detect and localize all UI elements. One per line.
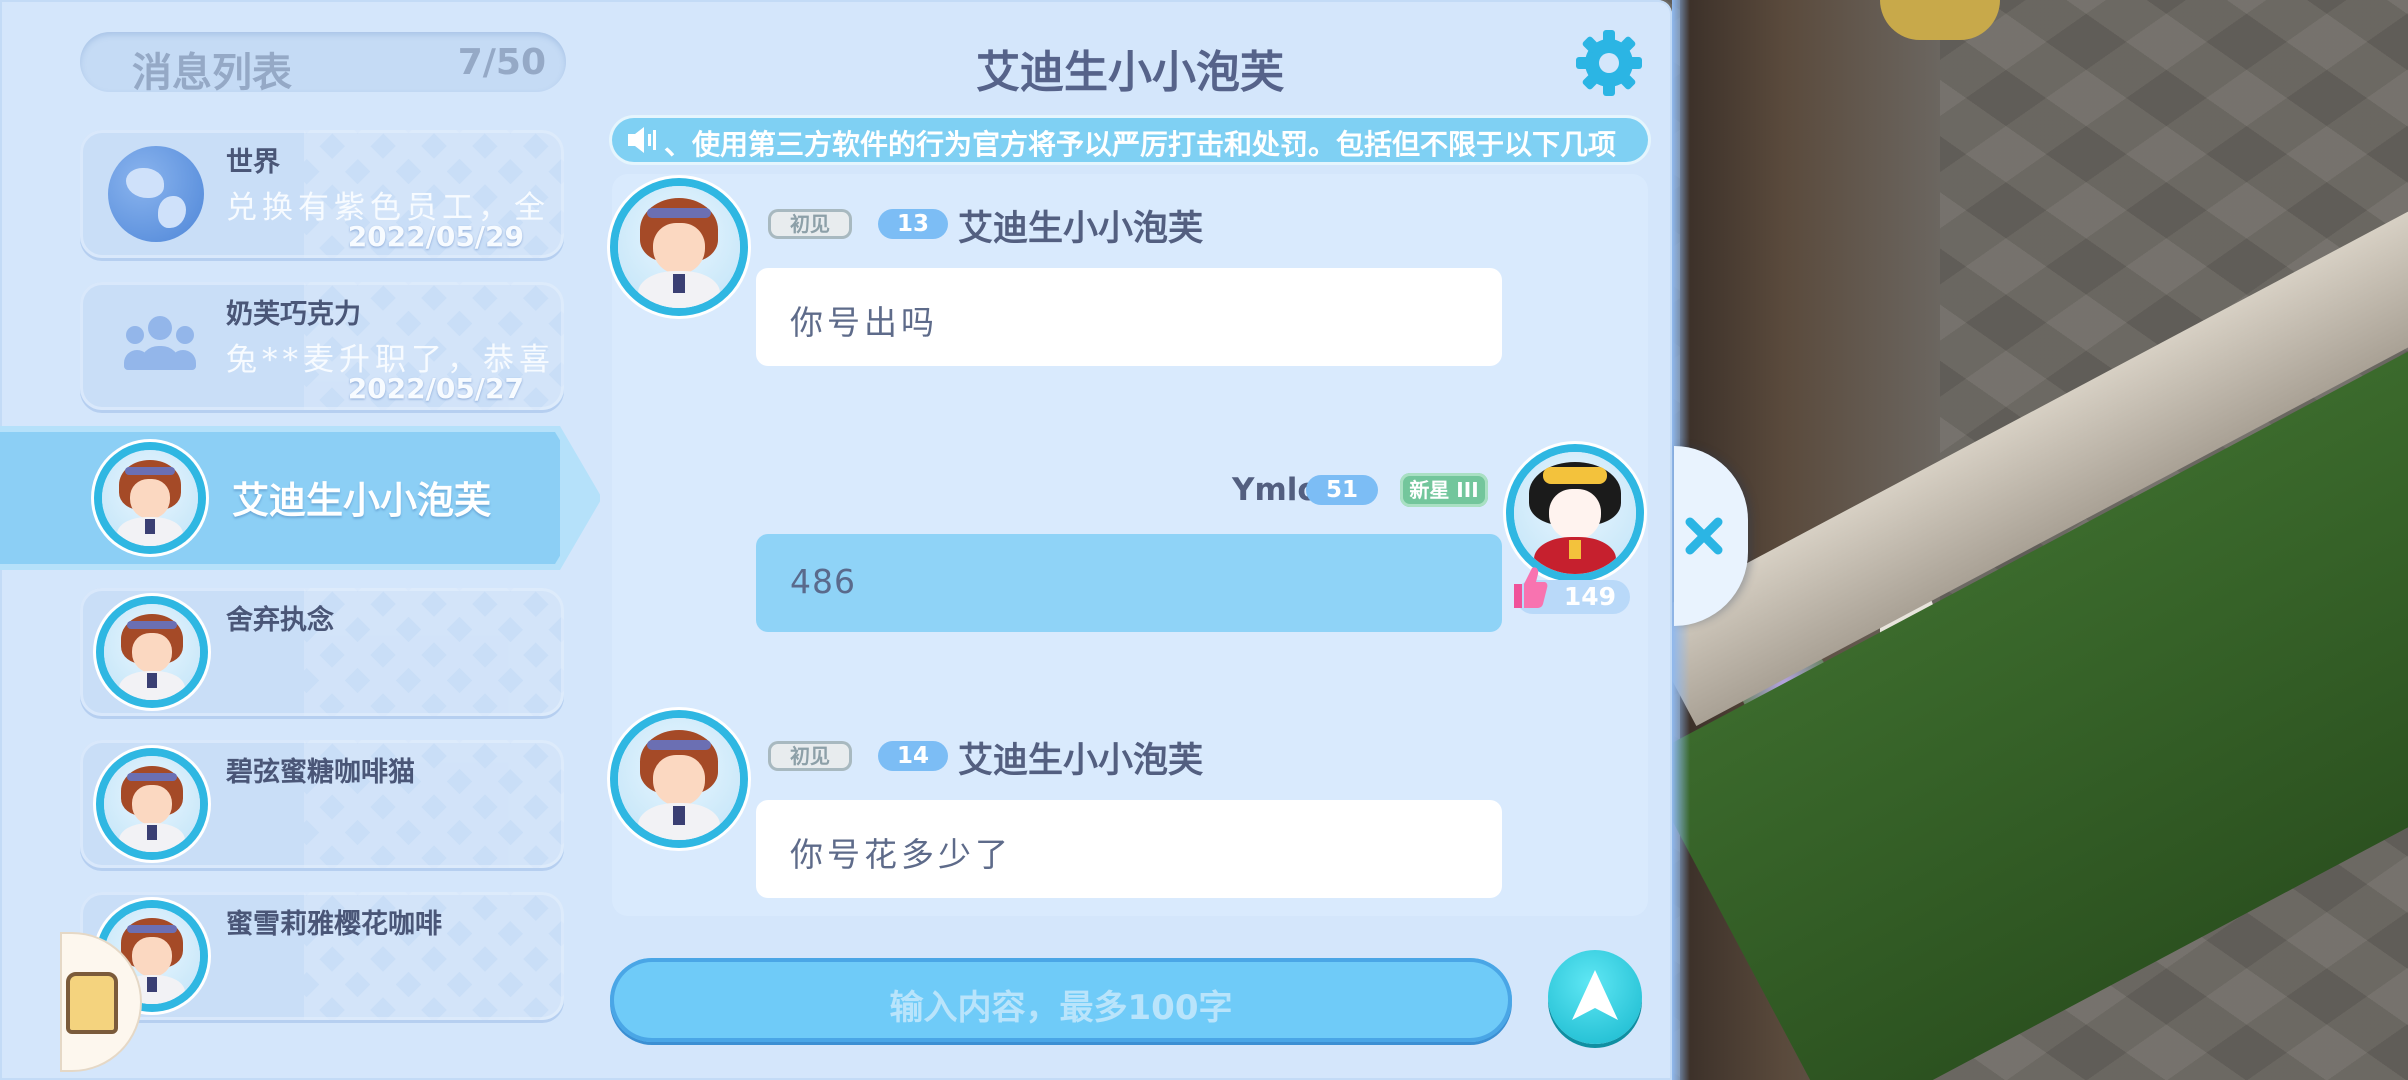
send-button[interactable]: [1548, 950, 1642, 1044]
thumb-up-icon: [1514, 567, 1548, 608]
selected-item-name: 艾迪生小小泡芙: [232, 479, 491, 522]
announcement-text: 、使用第三方软件的行为官方将予以严厉打击和处罚。包括但不限于以下几项: [664, 128, 1617, 161]
list-item-world[interactable]: 世界 兑换有紫色员工，全 2022/05/29: [80, 130, 564, 258]
globe-icon: [108, 146, 204, 242]
like-counter[interactable]: 149: [1514, 567, 1630, 614]
sender-avatar[interactable]: [618, 718, 740, 840]
message-bubble: 你号出吗: [756, 268, 1502, 366]
list-item-date: 2022/05/27: [347, 372, 524, 405]
announcement-bar: 、使用第三方软件的行为官方将予以严厉打击和处罚。包括但不限于以下几项: [612, 118, 1648, 162]
sender-avatar[interactable]: [618, 186, 740, 308]
title-tag: 初见: [768, 209, 852, 239]
message-text: 你号出吗: [790, 303, 938, 342]
avatar: [104, 756, 200, 852]
message-list-count: 7/50: [457, 42, 546, 83]
level-badge: 51: [1306, 475, 1378, 505]
like-count: 149: [1563, 582, 1616, 611]
title-tag: 新星 III: [1400, 473, 1488, 507]
list-item-date: 2022/05/29: [347, 220, 524, 253]
list-item-name: 舍弃执念: [226, 605, 334, 636]
list-item-contact[interactable]: 舍弃执念: [80, 588, 564, 716]
message-text: 你号花多少了: [790, 835, 1012, 874]
message-list-header: 消息列表 7/50: [80, 32, 566, 96]
close-icon: [1685, 517, 1723, 555]
shortcut-icon: [66, 972, 118, 1034]
speaker-icon: [628, 127, 656, 153]
avatar: [102, 450, 198, 546]
sender-name: 艾迪生小小泡芙: [958, 741, 1204, 781]
list-item-contact[interactable]: 蜜雪莉雅樱花咖啡: [80, 892, 564, 1020]
item-pattern: [304, 588, 564, 716]
list-item-name: 奶芙巧克力: [226, 299, 361, 330]
input-placeholder: 输入内容，最多100字: [889, 988, 1233, 1028]
message-input[interactable]: 输入内容，最多100字: [610, 958, 1512, 1042]
title-tag: 初见: [768, 741, 852, 771]
list-item-group[interactable]: 奶芙巧克力 兔**麦升职了，恭喜 2022/05/27: [80, 282, 564, 410]
chat-title: 艾迪生小小泡芙: [976, 47, 1284, 98]
my-avatar[interactable]: [1514, 452, 1636, 574]
scene-lamp: [1880, 0, 2000, 40]
gear-icon[interactable]: [1574, 28, 1644, 98]
message-bubble: 你号花多少了: [756, 800, 1502, 898]
level-badge: 14: [878, 741, 948, 771]
list-item-name: 碧弦蜜糖咖啡猫: [226, 757, 415, 788]
level-badge: 13: [878, 209, 948, 239]
list-item-name: 蜜雪莉雅樱花咖啡: [226, 909, 442, 940]
my-message-bubble: 486: [756, 534, 1502, 632]
message-text: 486: [790, 562, 856, 601]
list-item-contact[interactable]: 碧弦蜜糖咖啡猫: [80, 740, 564, 868]
list-item-name: 世界: [226, 147, 280, 178]
avatar: [104, 604, 200, 700]
send-icon: [1572, 970, 1618, 1020]
group-icon: [124, 316, 196, 376]
message-list-title: 消息列表: [132, 50, 292, 96]
sender-name: 艾迪生小小泡芙: [958, 209, 1204, 249]
